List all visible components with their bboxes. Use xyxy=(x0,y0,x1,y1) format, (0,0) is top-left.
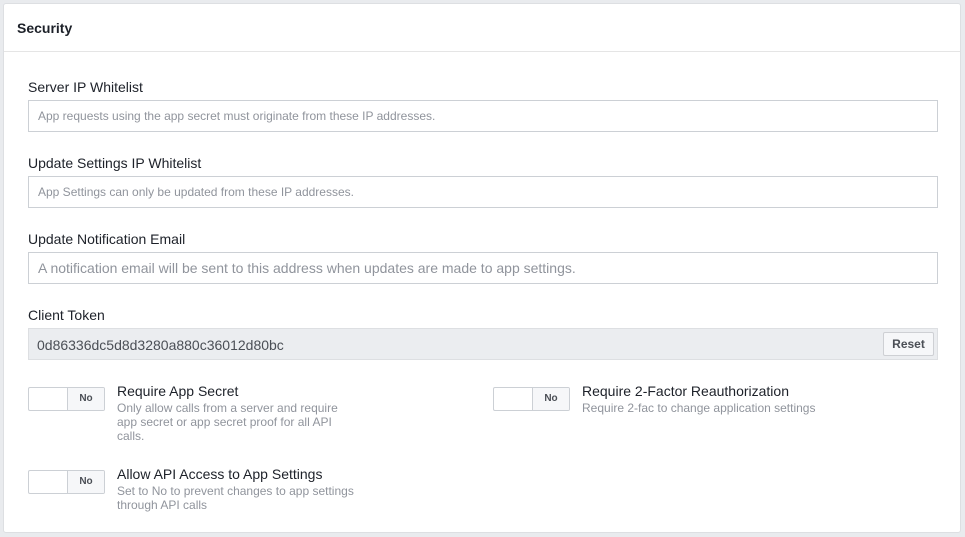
reset-token-button[interactable]: Reset xyxy=(883,332,934,356)
notify-email-input[interactable] xyxy=(28,252,938,284)
toggle-state: No xyxy=(67,388,104,410)
two-factor-desc: Require 2-fac to change application sett… xyxy=(582,401,816,415)
require-secret-desc: Only allow calls from a server and requi… xyxy=(117,401,338,443)
two-factor-title: Require 2-Factor Reauthorization xyxy=(582,383,789,399)
server-ip-label: Server IP Whitelist xyxy=(28,79,143,95)
two-factor-toggle[interactable]: No xyxy=(493,387,570,411)
toggle-state: No xyxy=(532,388,569,410)
toggle-state: No xyxy=(67,471,104,493)
panel-title: Security xyxy=(4,4,960,52)
server-ip-input[interactable] xyxy=(28,100,938,132)
settings-ip-input[interactable] xyxy=(28,176,938,208)
api-access-title: Allow API Access to App Settings xyxy=(117,466,323,482)
client-token-field: 0d86336dc5d8d3280a880c36012d80bc Reset xyxy=(28,328,938,360)
settings-ip-label: Update Settings IP Whitelist xyxy=(28,155,202,171)
require-secret-toggle[interactable]: No xyxy=(28,387,105,411)
client-token-value: 0d86336dc5d8d3280a880c36012d80bc xyxy=(37,337,284,353)
api-access-desc: Set to No to prevent changes to app sett… xyxy=(117,484,354,512)
client-token-label: Client Token xyxy=(28,307,105,323)
security-panel: Security Server IP Whitelist Update Sett… xyxy=(3,3,961,533)
require-secret-title: Require App Secret xyxy=(117,383,239,399)
api-access-toggle[interactable]: No xyxy=(28,470,105,494)
notify-email-label: Update Notification Email xyxy=(28,231,186,247)
